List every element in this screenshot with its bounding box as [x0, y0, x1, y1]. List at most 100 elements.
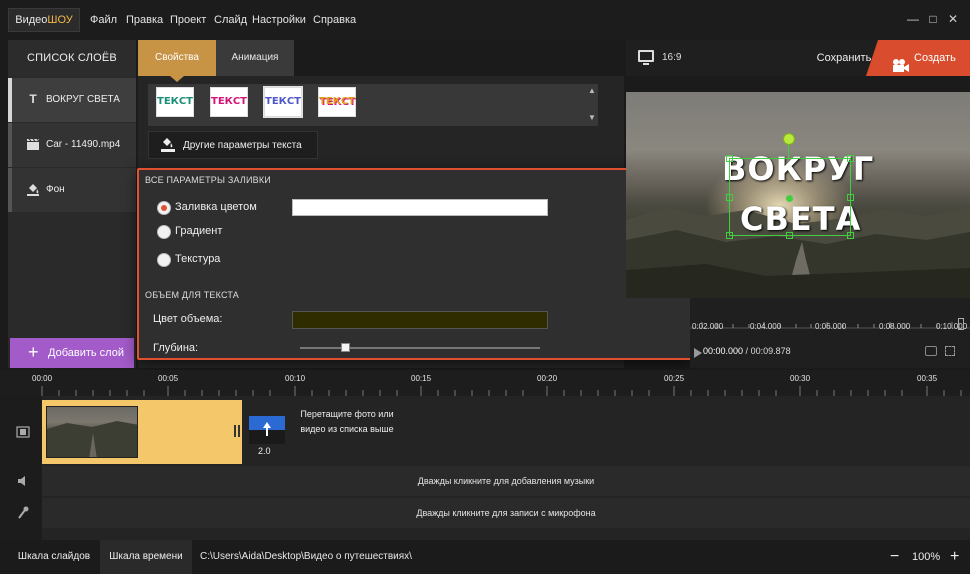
tab-properties[interactable]: Свойства: [138, 40, 216, 76]
volume-color-label: Цвет объема:: [153, 313, 223, 325]
menu-settings[interactable]: Настройки: [252, 0, 306, 40]
zoom-in-button[interactable]: +: [950, 540, 959, 574]
timeline-tick: 00:05: [158, 374, 179, 383]
layer-label: Фон: [46, 184, 65, 195]
timecode-current: 00:00.000: [703, 346, 744, 356]
preview-tick: 0:06.000: [815, 322, 847, 331]
fullscreen-icon[interactable]: [945, 346, 955, 356]
music-track[interactable]: Дважды кликните для добавления музыки: [42, 466, 970, 496]
timeline-tick: 00:20: [537, 374, 558, 383]
presets-scrollbar[interactable]: ▲ ▼: [588, 86, 596, 124]
resize-handle-left[interactable]: [726, 194, 733, 201]
layer-item-video[interactable]: Car - 11490.mp4: [8, 123, 136, 167]
paint-bucket-icon: [26, 182, 40, 196]
resize-handle-right[interactable]: [847, 194, 854, 201]
microphone-track[interactable]: Дважды кликните для записи с микрофона: [42, 498, 970, 528]
paint-bucket-icon: [161, 136, 175, 152]
clip-trim-handle[interactable]: [234, 425, 236, 437]
zoom-out-button[interactable]: −: [890, 540, 899, 574]
speaker-icon: [16, 474, 30, 488]
center-handle[interactable]: [786, 195, 793, 202]
menu-project[interactable]: Проект: [170, 0, 206, 40]
add-layer-button[interactable]: + Добавить слой: [10, 338, 134, 368]
timeline-ruler[interactable]: [0, 370, 970, 396]
layer-item-background[interactable]: Фон: [8, 168, 136, 212]
text-preset-4[interactable]: ТЕКСТ: [318, 87, 356, 117]
zoom-level: 100%: [912, 551, 941, 563]
transition-duration: 2.0: [258, 446, 271, 456]
logo-part-1: Видео: [15, 14, 48, 26]
depth-label: Глубина:: [153, 342, 199, 354]
logo-part-2: ШОУ: [47, 14, 73, 26]
more-text-options-label: Другие параметры текста: [183, 140, 302, 151]
timeline-tick: 00:00: [32, 374, 53, 383]
transition-thumbnail[interactable]: [249, 416, 285, 444]
microphone-icon: [16, 506, 30, 520]
tab-animation[interactable]: Анимация: [216, 40, 294, 76]
fill-color-label: Заливка цветом: [175, 201, 257, 213]
clip-thumbnail-image: [47, 421, 137, 457]
create-button[interactable]: Создать: [866, 40, 970, 76]
timeline-tick: 00:15: [411, 374, 432, 383]
layers-header: СПИСОК СЛОЁВ: [8, 40, 136, 76]
resize-handle-bottom-right[interactable]: [847, 232, 854, 239]
preview-ruler[interactable]: [690, 298, 970, 338]
close-icon[interactable]: ✕: [946, 12, 960, 26]
volume-color-swatch[interactable]: [292, 311, 548, 329]
preview-tick: 0:04.000: [750, 322, 782, 331]
fill-section-title: ВСЕ ПАРАМЕТРЫ ЗАЛИВКИ: [145, 175, 271, 185]
menu-edit[interactable]: Правка: [126, 0, 163, 40]
video-camera-icon: [892, 51, 910, 87]
timeline-tick: 00:10: [285, 374, 306, 383]
radio-gradient[interactable]: [157, 225, 171, 239]
fill-color-swatch[interactable]: [292, 199, 548, 216]
minimize-icon[interactable]: —: [906, 12, 920, 26]
maximize-icon[interactable]: □: [926, 12, 940, 26]
volume-section-title: ОБЪЕМ ДЛЯ ТЕКСТА: [145, 290, 239, 300]
text-preset-3[interactable]: ТЕКСТ: [263, 86, 303, 118]
snapshot-icon[interactable]: [925, 346, 937, 356]
menu-help[interactable]: Справка: [313, 0, 356, 40]
aspect-ratio-label[interactable]: 16:9: [662, 40, 681, 76]
radio-texture[interactable]: [157, 253, 171, 267]
tab-pointer: [170, 76, 184, 82]
rotation-line: [788, 145, 789, 158]
play-icon[interactable]: [694, 348, 702, 358]
resize-handle-top-left[interactable]: [726, 155, 733, 162]
clip-trim-handle[interactable]: [238, 425, 240, 437]
rotation-handle[interactable]: [783, 133, 795, 145]
timeline-tick: 00:35: [917, 374, 938, 383]
gradient-label: Градиент: [175, 225, 223, 237]
menu-slide[interactable]: Слайд: [214, 0, 247, 40]
resize-handle-bottom[interactable]: [786, 232, 793, 239]
text-preset-2[interactable]: ТЕКСТ: [210, 87, 248, 117]
resize-handle-top-right[interactable]: [847, 155, 854, 162]
timecode: 00:00.000 / 00:09.878: [703, 346, 791, 356]
tab-timeline-scale[interactable]: Шкала времени: [100, 540, 192, 574]
layer-label: Car - 11490.mp4: [46, 139, 121, 150]
depth-slider-track[interactable]: [300, 347, 540, 349]
menu-file[interactable]: Файл: [90, 0, 117, 40]
timeline-tick: 00:30: [790, 374, 811, 383]
plus-icon: +: [28, 342, 39, 362]
preview-scroll-handle[interactable]: [958, 318, 964, 330]
timeline-tick: 00:25: [664, 374, 685, 383]
texture-label: Текстура: [175, 253, 221, 265]
clapper-icon: [26, 137, 40, 151]
preview-tick: 0:08.000: [879, 322, 911, 331]
text-preset-1[interactable]: ТЕКСТ: [156, 87, 194, 117]
app-logo: ВидеоШОУ: [8, 8, 80, 32]
film-icon: [16, 425, 30, 439]
layer-item-text[interactable]: T ВОКРУГ СВЕТА: [8, 78, 136, 122]
resize-handle-bottom-left[interactable]: [726, 232, 733, 239]
layer-label: ВОКРУГ СВЕТА: [46, 94, 120, 105]
radio-fill-color[interactable]: [157, 201, 171, 215]
tab-slides-scale[interactable]: Шкала слайдов: [8, 540, 100, 574]
dropzone-hint[interactable]: Перетащите фото или видео из списка выше: [292, 407, 402, 437]
timecode-total: 00:09.878: [750, 346, 791, 356]
preview-tick: 0:02.000: [692, 322, 724, 331]
text-icon: T: [29, 92, 37, 106]
project-filepath: C:\Users\Aida\Desktop\Видео о путешестви…: [200, 551, 412, 562]
monitor-icon[interactable]: [638, 50, 654, 65]
depth-slider-thumb[interactable]: [341, 343, 350, 352]
